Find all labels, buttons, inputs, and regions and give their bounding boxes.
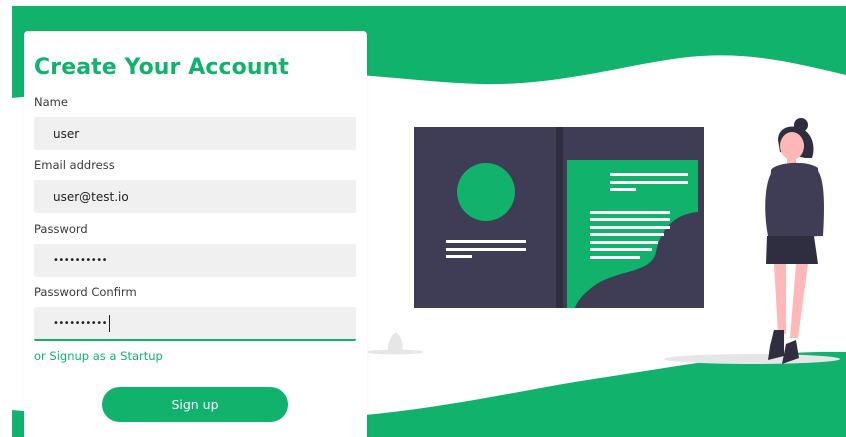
email-field[interactable] <box>34 180 356 213</box>
password-field[interactable] <box>34 244 356 277</box>
book-spine <box>556 127 563 308</box>
woman-figure <box>765 118 824 364</box>
page-title: Create Your Account <box>34 55 290 80</box>
password-confirm-label: Password Confirm <box>34 285 137 299</box>
avatar-circle-icon <box>457 163 515 221</box>
plant-icon <box>387 332 403 351</box>
signup-page: Create Your Account Name Email address P… <box>0 0 846 437</box>
startup-signup-link[interactable]: or Signup as a Startup <box>34 349 163 363</box>
text-caret <box>109 315 110 332</box>
floor-shadow <box>664 354 840 364</box>
signup-button[interactable]: Sign up <box>102 387 288 422</box>
email-label: Email address <box>34 158 115 172</box>
name-label: Name <box>34 95 68 109</box>
password-label: Password <box>34 222 88 236</box>
password-confirm-field[interactable] <box>34 307 356 341</box>
name-field[interactable] <box>34 117 356 150</box>
signup-card: Create Your Account Name Email address P… <box>24 31 367 437</box>
